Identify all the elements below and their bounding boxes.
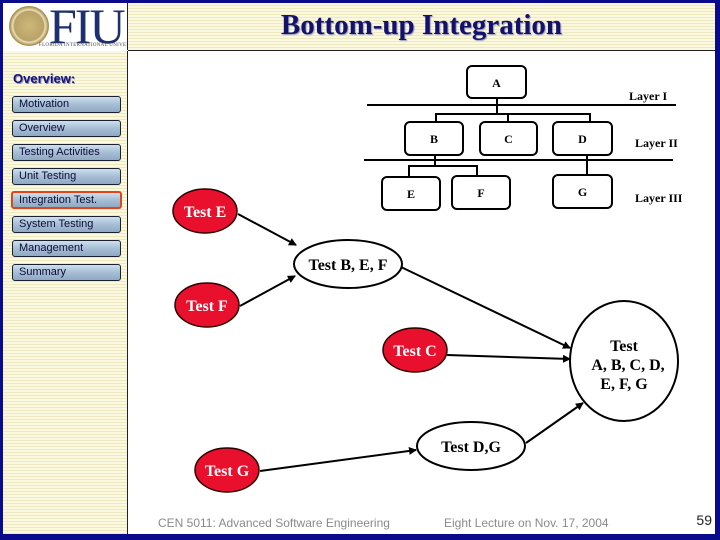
page-number: 59 [696, 512, 712, 528]
module-f-label: F [477, 186, 484, 200]
arrow-dg-to-all [525, 402, 584, 444]
module-d-label: D [578, 132, 587, 146]
node-test-f-label: Test F [186, 298, 228, 315]
layer-1-label: Layer I [629, 89, 667, 103]
node-test-g-label: Test G [205, 463, 250, 480]
module-c-label: C [504, 132, 513, 146]
node-test-dg-label: Test D,G [441, 439, 501, 456]
arrow-f-to-bef [239, 275, 296, 307]
node-test-c-label: Test C [393, 343, 436, 360]
module-e-label: E [407, 187, 415, 201]
node-test-e-label: Test E [184, 204, 227, 221]
slide: FIU FLORIDA INTERNATIONAL UNIVERSITY Bot… [3, 3, 715, 534]
node-test-bef-label: Test B, E, F [309, 257, 388, 274]
layer-3-label: Layer III [635, 191, 683, 205]
arrow-c-to-all [446, 354, 571, 363]
footer-course: CEN 5011: Advanced Software Engineering [158, 516, 390, 530]
node-test-all-line3: E, F, G [600, 376, 648, 393]
node-test-all-line2: A, B, C, D, [591, 357, 664, 374]
layer-2-label: Layer II [635, 136, 678, 150]
module-b-label: B [430, 132, 438, 146]
node-test-all-line1: Test [610, 338, 639, 355]
arrow-g-to-dg [259, 446, 417, 472]
footer-lecture: Eight Lecture on Nov. 17, 2004 [444, 516, 609, 530]
module-a-label: A [492, 76, 501, 90]
module-g-label: G [578, 185, 587, 199]
integration-diagram: A B C D E F G Layer I Layer II Layer III [172, 65, 683, 493]
arrow-e-to-bef [237, 213, 297, 246]
